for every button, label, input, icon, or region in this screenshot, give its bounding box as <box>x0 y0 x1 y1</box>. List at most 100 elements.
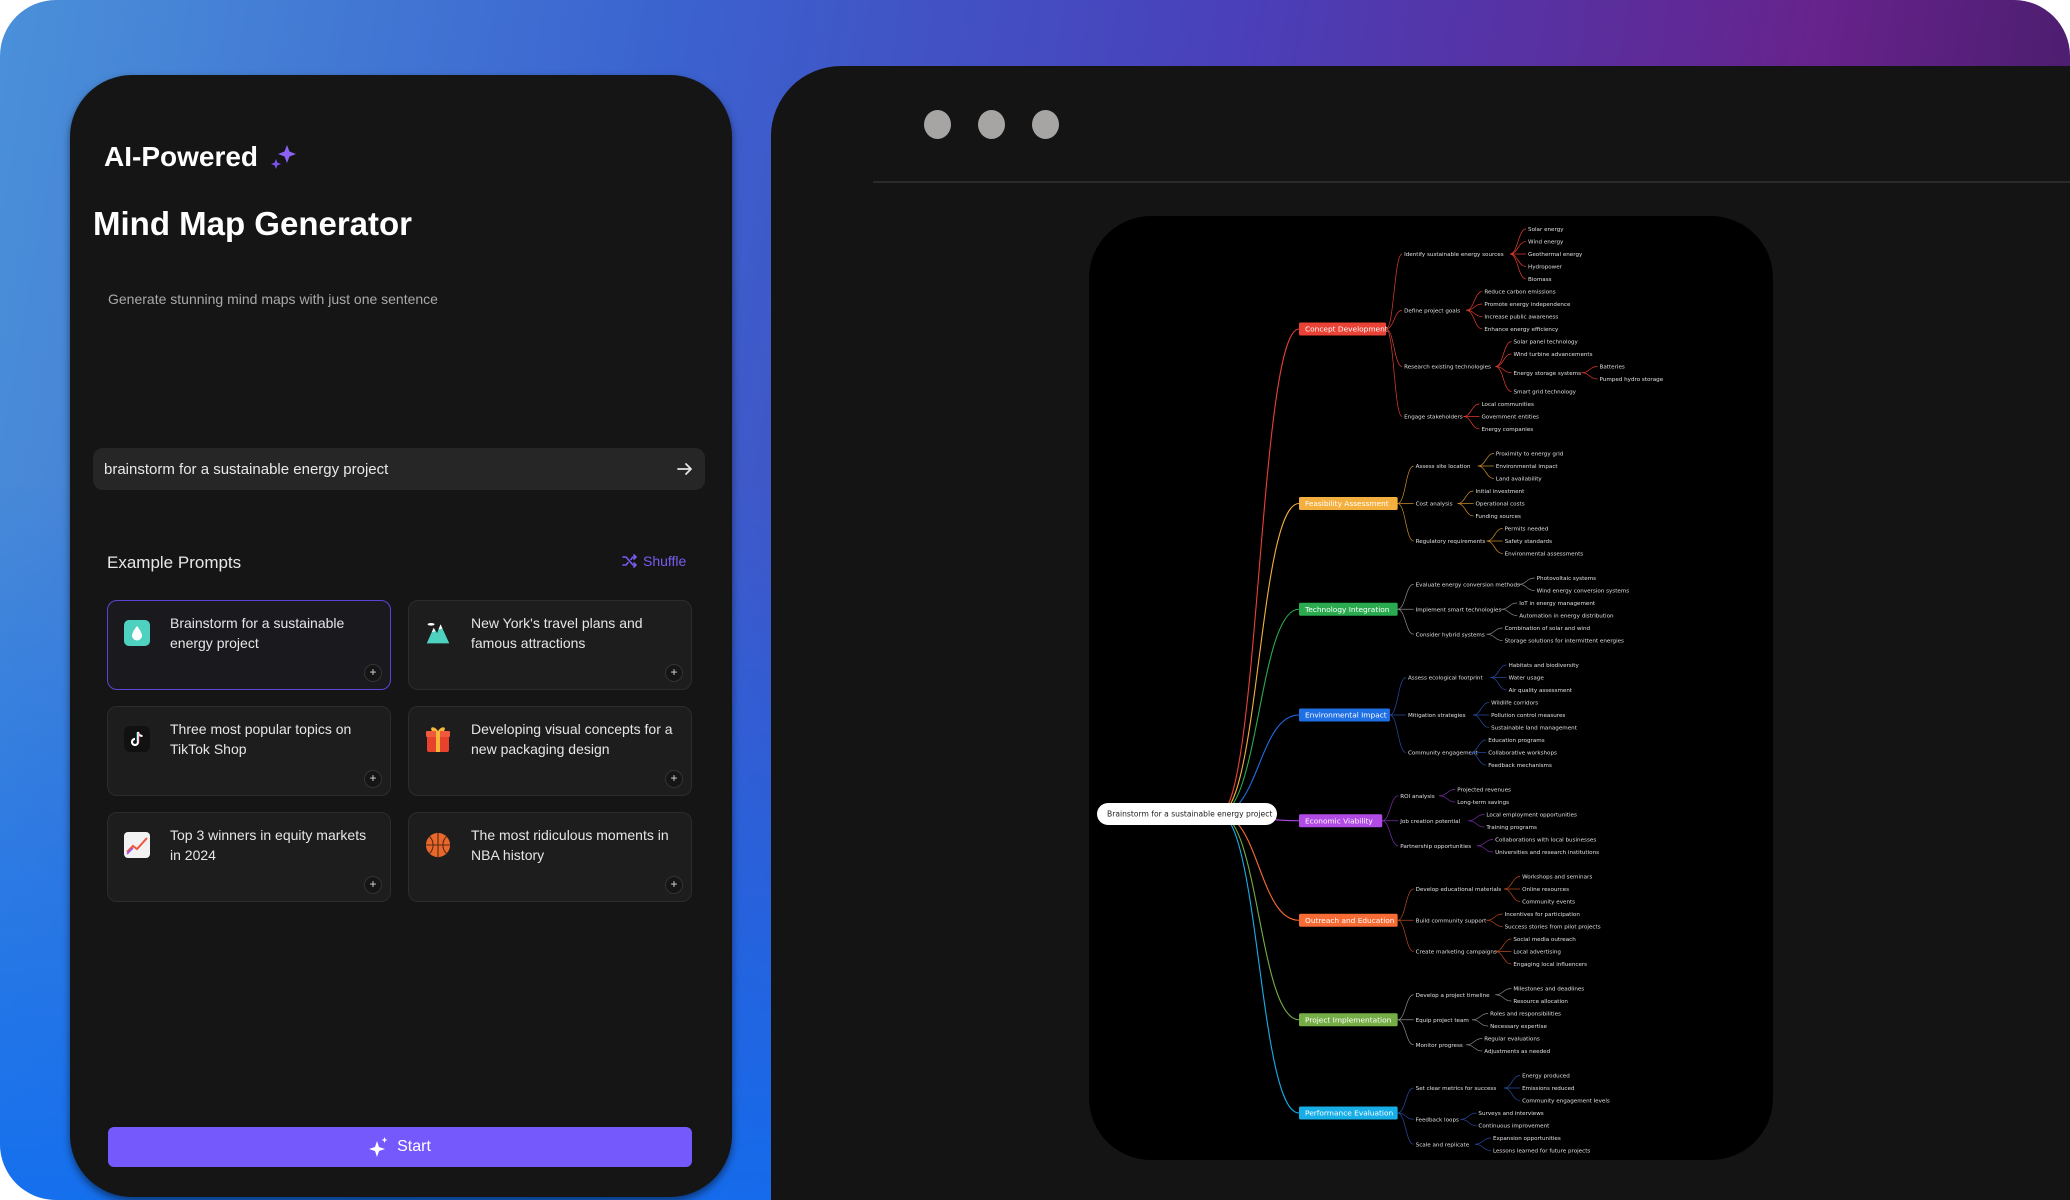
add-prompt-button[interactable]: + <box>364 770 382 788</box>
leaf-label: Energy storage systems <box>1513 371 1581 377</box>
leaf-label: Community events <box>1522 900 1575 906</box>
subtopic-label: Scale and replicate <box>1416 1142 1470 1148</box>
leaf-label: Smart grid technology <box>1513 390 1576 396</box>
leaf-connector <box>1495 951 1512 965</box>
sub-connector <box>1397 919 1414 952</box>
leaf-label: Promote energy independence <box>1484 302 1571 308</box>
branch-label: Project Implementation <box>1305 1015 1392 1024</box>
leaf-label: Local employment opportunities <box>1486 813 1577 819</box>
leaf-connector <box>1439 795 1456 803</box>
subtopic-label: Regulatory requirements <box>1416 539 1486 545</box>
leaf-label: Photovoltaic systems <box>1537 576 1596 582</box>
leaf-label: Continuous improvement <box>1478 1124 1550 1130</box>
sub-connector <box>1382 820 1399 847</box>
leaf-label: Workshops and seminars <box>1522 875 1592 881</box>
start-button[interactable]: Start <box>108 1127 692 1167</box>
leaf-label: Permits needed <box>1505 527 1549 533</box>
add-prompt-button[interactable]: + <box>364 876 382 894</box>
leaf-connector <box>1581 372 1598 380</box>
generator-panel: AI-Powered Mind Map Generator Generate s… <box>70 75 732 1197</box>
leaf-label: Adjustments as needed <box>1484 1049 1550 1055</box>
shuffle-button[interactable]: Shuffle <box>622 553 686 569</box>
sub-connector <box>1385 328 1403 417</box>
leaf-connector <box>1477 845 1494 853</box>
branch-label: Technology Integration <box>1304 605 1390 614</box>
subtopic-label: Assess ecological footprint <box>1408 676 1484 682</box>
leaf-label: Projected revenues <box>1457 788 1511 794</box>
subtopic-label: Identify sustainable energy sources <box>1404 252 1504 258</box>
branch-label: Outreach and Education <box>1305 916 1395 925</box>
leaf-label: Collaborative workshops <box>1488 751 1557 757</box>
leaf-connector <box>1501 608 1518 616</box>
leaf-connector <box>1460 1118 1477 1126</box>
leaf-connector <box>1495 366 1512 392</box>
leaf-label: Surveys and interviews <box>1478 1111 1543 1117</box>
leaf-label: Expansion opportunities <box>1493 1136 1561 1142</box>
branch-connector <box>1218 608 1300 815</box>
mind-map-canvas[interactable]: Concept Development Identify sustainable … <box>1089 216 1773 1160</box>
add-prompt-button[interactable]: + <box>665 664 683 682</box>
leaf-connector <box>1486 919 1503 927</box>
subtopic-label: Define project goals <box>1404 308 1460 314</box>
start-label: Start <box>397 1138 431 1155</box>
leaf-label: Biomass <box>1528 277 1552 283</box>
window-control-dot[interactable] <box>924 110 951 139</box>
sub-connector <box>1397 1112 1414 1145</box>
leaf-connector <box>1490 677 1507 691</box>
leaf-label: Land availability <box>1496 477 1543 483</box>
example-card[interactable]: Developing visual concepts for a new pac… <box>408 706 692 796</box>
prompt-input[interactable] <box>93 459 665 479</box>
example-card[interactable]: Brainstorm for a sustainable energy proj… <box>107 600 391 690</box>
leaf-connector <box>1486 913 1503 921</box>
leaf-label: Proximity to energy grid <box>1496 452 1564 458</box>
leaf-label: Sustainable land management <box>1491 726 1578 732</box>
leaf-label: Local communities <box>1481 402 1534 408</box>
branch-connector <box>1218 502 1300 815</box>
leaf-connector <box>1472 1013 1489 1021</box>
leaf-label: Resource allocation <box>1513 999 1568 1005</box>
leaf-label: Energy companies <box>1481 427 1533 433</box>
tiktok-icon <box>124 725 150 753</box>
leaf-label: Incentives for participation <box>1505 912 1581 918</box>
leaf-connector <box>1473 714 1490 728</box>
leaf-label: Pollution control measures <box>1491 713 1565 719</box>
subtopic-label: Build community support <box>1416 918 1487 924</box>
window-control-dot[interactable] <box>1032 110 1059 139</box>
sub-connector <box>1385 253 1403 330</box>
branch-label: Concept Development <box>1305 325 1388 334</box>
window-control-dot[interactable] <box>978 110 1005 139</box>
arrow-right-icon <box>677 463 692 475</box>
add-prompt-button[interactable]: + <box>665 770 683 788</box>
leaf-label: Operational costs <box>1476 502 1525 508</box>
sub-connector <box>1397 888 1414 921</box>
leaf-label: Safety standards <box>1505 539 1552 545</box>
leaf-label: Education programs <box>1488 738 1545 744</box>
add-prompt-button[interactable]: + <box>665 876 683 894</box>
example-card[interactable]: Top 3 winners in equity markets in 2024 … <box>107 812 391 902</box>
example-card[interactable]: Three most popular topics on TikTok Shop… <box>107 706 391 796</box>
example-prompts-heading: Example Prompts <box>107 553 242 572</box>
leaf-connector <box>1477 465 1494 479</box>
sub-connector <box>1397 994 1414 1021</box>
leaf-connector <box>1477 453 1494 467</box>
sub-connector <box>1397 608 1414 635</box>
add-prompt-button[interactable]: + <box>364 664 382 682</box>
subtopic-label: Equip project team <box>1416 1018 1469 1024</box>
chart-up-icon <box>124 831 150 859</box>
leaf-label: Necessary expertise <box>1490 1024 1547 1030</box>
leaf-label: Feedback mechanisms <box>1488 763 1552 769</box>
page-title: Mind Map Generator <box>93 205 413 242</box>
subtopic-label: Research existing technologies <box>1404 365 1491 371</box>
preview-window: Concept Development Identify sustainable … <box>771 66 2070 1200</box>
leaf-connector <box>1495 994 1512 1002</box>
leaf-label: Water usage <box>1509 676 1545 682</box>
leaf-label: Roles and responsibilities <box>1490 1012 1561 1018</box>
example-card[interactable]: New York's travel plans and famous attra… <box>408 600 692 690</box>
leaf-label: Solar energy <box>1528 227 1564 233</box>
leaf-label: Air quality assessment <box>1509 688 1573 694</box>
submit-prompt-button[interactable] <box>665 449 705 489</box>
leaf-connector <box>1474 1137 1491 1145</box>
leaf-connector <box>1466 1038 1483 1046</box>
example-card[interactable]: The most ridiculous moments in NBA histo… <box>408 812 692 902</box>
mountain-icon <box>425 619 451 647</box>
